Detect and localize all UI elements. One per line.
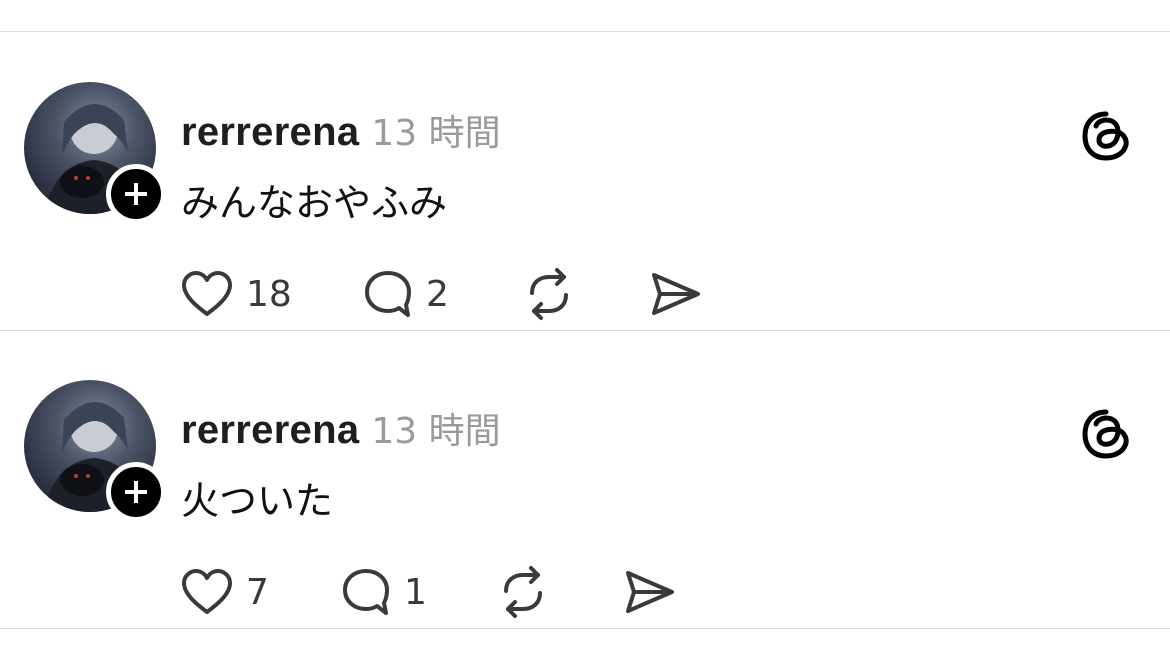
share-button[interactable]	[648, 266, 702, 322]
plus-icon	[125, 481, 147, 503]
post-header: rerrerena 13 時間	[181, 104, 501, 154]
timestamp: 13 時間	[371, 411, 501, 452]
heart-icon	[182, 569, 232, 614]
reply-count: 1	[404, 571, 427, 613]
bottom-divider	[0, 628, 1170, 629]
reply-button[interactable]: 1	[340, 564, 427, 620]
post-text: 火ついた	[181, 479, 334, 523]
send-icon	[626, 571, 674, 613]
post-text: みんなおやふみ	[181, 181, 448, 225]
post-card[interactable]: rerrerena 13 時間 火ついた 7 1	[0, 330, 1170, 628]
heart-icon	[182, 271, 232, 316]
comment-bubble-icon	[343, 569, 389, 615]
timestamp: 13 時間	[371, 113, 501, 154]
send-icon	[652, 273, 700, 315]
repost-icon	[530, 268, 568, 320]
reply-button[interactable]: 2	[362, 266, 449, 322]
repost-icon	[504, 566, 542, 618]
post-card[interactable]: rerrerena 13 時間 みんなおやふみ 18 2	[0, 32, 1170, 330]
like-count: 7	[246, 571, 269, 613]
repost-button[interactable]	[496, 564, 550, 620]
repost-button[interactable]	[522, 266, 576, 322]
reply-count: 2	[426, 273, 449, 315]
like-button[interactable]: 7	[180, 564, 269, 620]
threads-logo-icon[interactable]	[1080, 110, 1132, 162]
username[interactable]: rerrerena	[181, 110, 359, 155]
follow-button[interactable]	[106, 164, 166, 224]
like-count: 18	[246, 273, 292, 315]
follow-button[interactable]	[106, 462, 166, 522]
threads-logo-icon[interactable]	[1080, 408, 1132, 460]
plus-icon	[125, 183, 147, 205]
share-button[interactable]	[622, 564, 676, 620]
like-button[interactable]: 18	[180, 266, 292, 322]
username[interactable]: rerrerena	[181, 408, 359, 453]
post-header: rerrerena 13 時間	[181, 402, 501, 452]
comment-bubble-icon	[365, 271, 411, 317]
